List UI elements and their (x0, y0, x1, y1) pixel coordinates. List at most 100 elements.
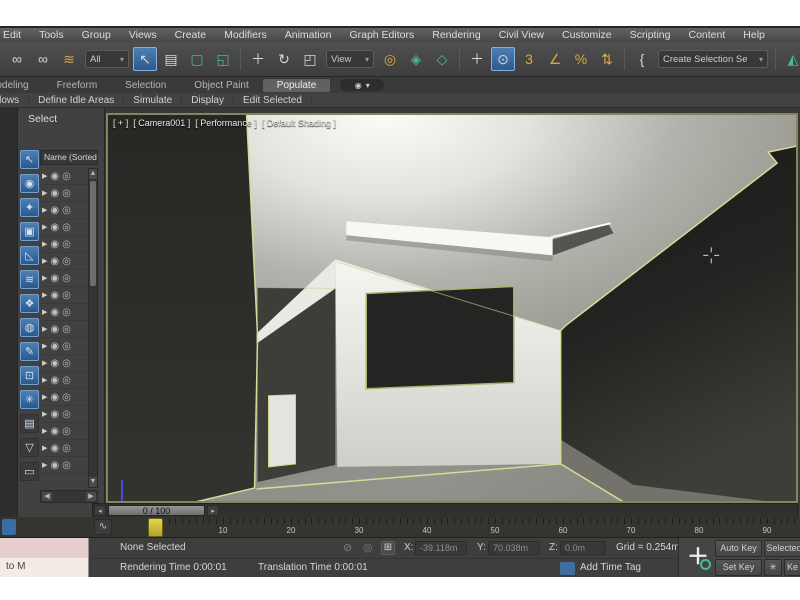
time-slider[interactable]: ◂ 0 / 100 ▸ (92, 503, 798, 517)
current-frame-handle[interactable] (148, 518, 163, 537)
select-and-move-icon[interactable]: ＋ (246, 47, 270, 71)
frozen-toggle-icon[interactable]: ◎ (62, 222, 71, 233)
list-item[interactable]: ▶◉◎ (40, 168, 88, 185)
settings-icon[interactable]: ▤ (20, 414, 39, 433)
menu-edit[interactable]: Edit (0, 28, 30, 42)
viewport-canvas[interactable] (108, 115, 796, 501)
list-item[interactable]: ▶◉◎ (40, 321, 88, 338)
menu-graph-editors[interactable]: Graph Editors (340, 28, 423, 42)
add-workspace-icon[interactable]: ＋ (683, 540, 713, 574)
list-item[interactable]: ▶◉◎ (40, 440, 88, 457)
frozen-toggle-icon[interactable]: ◎ (62, 188, 71, 199)
mirror-icon[interactable]: ◭ (781, 47, 800, 71)
scroll-left-icon[interactable]: ◀ (42, 492, 52, 501)
frozen-toggle-icon[interactable]: ◎ (62, 375, 71, 386)
frozen-toggle-icon[interactable]: ◎ (62, 426, 71, 437)
z-coordinate-field[interactable]: 0.0m (560, 541, 606, 555)
frozen-toggle-icon[interactable]: ◎ (62, 460, 71, 471)
selected-dropdown[interactable]: Selected (764, 540, 800, 557)
menu-group[interactable]: Group (73, 28, 120, 42)
previous-frame-icon[interactable]: ◂ (94, 505, 106, 516)
display-materials-icon[interactable]: ⊡ (20, 366, 39, 385)
track-left-icon[interactable] (2, 519, 16, 535)
list-item[interactable]: ▶◉◎ (40, 287, 88, 304)
visibility-eye-icon[interactable]: ◉ (50, 273, 59, 284)
frozen-toggle-icon[interactable]: ◎ (62, 290, 71, 301)
percent-snap-icon[interactable]: % (569, 47, 593, 71)
auto-key-button[interactable]: Auto Key (715, 540, 762, 557)
ribbon-button-define-idle-areas[interactable]: Define Idle Areas (29, 95, 124, 106)
selection-lock-icon[interactable]: ⊘ (343, 541, 352, 554)
display-lights-icon[interactable]: ▣ (20, 222, 39, 241)
frozen-toggle-icon[interactable]: ◎ (62, 443, 71, 454)
list-item[interactable]: ▶◉◎ (40, 406, 88, 423)
display-shapes-icon[interactable]: ✦ (20, 198, 39, 217)
viewport-shading-menu[interactable]: [ Default Shading ] (262, 118, 336, 128)
visibility-eye-icon[interactable]: ◉ (50, 307, 59, 318)
camera-viewport[interactable]: [ + ][ Camera001 ][ Performance ][ Defau… (106, 113, 798, 503)
next-frame-icon[interactable]: ▸ (207, 505, 219, 516)
display-helpers-icon[interactable]: ≋ (20, 270, 39, 289)
visibility-eye-icon[interactable]: ◉ (50, 460, 59, 471)
frozen-toggle-icon[interactable]: ◎ (62, 171, 71, 182)
menu-help[interactable]: Help (734, 28, 774, 42)
list-item[interactable]: ▶◉◎ (40, 372, 88, 389)
named-selection-set-dropdown[interactable]: Create Selection Se▾ (658, 50, 768, 68)
named-selection-sets-icon[interactable]: { (630, 47, 654, 71)
visibility-eye-icon[interactable]: ◉ (50, 358, 59, 369)
rectangular-selection-region-icon[interactable]: ▢ (185, 47, 209, 71)
menu-animation[interactable]: Animation (276, 28, 341, 42)
scroll-down-icon[interactable]: ▼ (89, 477, 97, 487)
visibility-eye-icon[interactable]: ◉ (50, 426, 59, 437)
frozen-toggle-icon[interactable]: ◎ (62, 324, 71, 335)
expand-arrow-icon[interactable]: ▶ (42, 308, 47, 316)
menu-scripting[interactable]: Scripting (621, 28, 680, 42)
scroll-up-icon[interactable]: ▲ (89, 169, 97, 179)
ribbon-tab-selection[interactable]: Selection (111, 79, 180, 92)
menu-content[interactable]: Content (679, 28, 734, 42)
visibility-eye-icon[interactable]: ◉ (50, 375, 59, 386)
absolute-mode-toggle-icon[interactable]: ⊞ (381, 541, 395, 555)
expand-arrow-icon[interactable]: ▶ (42, 189, 47, 197)
expand-arrow-icon[interactable]: ▶ (42, 206, 47, 214)
list-item[interactable]: ▶◉◎ (40, 355, 88, 372)
frozen-toggle-icon[interactable]: ◎ (62, 392, 71, 403)
expand-arrow-icon[interactable]: ▶ (42, 444, 47, 452)
scroll-thumb[interactable] (90, 181, 96, 286)
ribbon-button-edit-selected[interactable]: Edit Selected (234, 95, 312, 106)
menu-create[interactable]: Create (166, 28, 216, 42)
unlink-selection-icon[interactable]: ∞ (31, 47, 55, 71)
filter-icon[interactable]: ▽ (20, 438, 39, 457)
list-item[interactable]: ▶◉◎ (40, 270, 88, 287)
y-coordinate-field[interactable]: 70.038m (488, 541, 540, 555)
menu-customize[interactable]: Customize (553, 28, 621, 42)
macro-recorder-pane[interactable] (0, 538, 89, 558)
visibility-eye-icon[interactable]: ◉ (50, 324, 59, 335)
visibility-eye-icon[interactable]: ◉ (50, 256, 59, 267)
menu-civil-view[interactable]: Civil View (490, 28, 553, 42)
select-by-name-icon[interactable]: ▤ (159, 47, 183, 71)
expand-arrow-icon[interactable]: ▶ (42, 410, 47, 418)
expand-arrow-icon[interactable]: ▶ (42, 342, 47, 350)
angle-snap-icon[interactable]: ∠ (543, 47, 567, 71)
track-bar[interactable]: ∿ 102030405060708090 (0, 517, 800, 538)
expand-arrow-icon[interactable]: ▶ (42, 325, 47, 333)
viewport-general-menu[interactable]: [ + ] (113, 118, 128, 128)
visibility-eye-icon[interactable]: ◉ (50, 392, 59, 403)
list-item[interactable]: ▶◉◎ (40, 236, 88, 253)
frozen-toggle-icon[interactable]: ◎ (62, 341, 71, 352)
ribbon-config-dropdown[interactable]: ◉▾ (340, 79, 384, 91)
list-item[interactable]: ▶◉◎ (40, 338, 88, 355)
menu-tools[interactable]: Tools (30, 28, 73, 42)
spinner-snap-icon[interactable]: ⇅ (595, 47, 619, 71)
list-item[interactable]: ▶◉◎ (40, 253, 88, 270)
expand-arrow-icon[interactable]: ▶ (42, 240, 47, 248)
select-and-manipulate-icon[interactable]: ◈ (404, 47, 428, 71)
mini-curve-editor-button[interactable]: ∿ (94, 519, 112, 535)
list-item[interactable]: ▶◉◎ (40, 423, 88, 440)
list-item[interactable]: ▶◉◎ (40, 185, 88, 202)
display-bones-icon[interactable]: ◍ (20, 318, 39, 337)
list-item[interactable]: ▶◉◎ (40, 304, 88, 321)
snaps-toggle-icon[interactable]: ⊙ (491, 47, 515, 71)
expand-arrow-icon[interactable]: ▶ (42, 223, 47, 231)
